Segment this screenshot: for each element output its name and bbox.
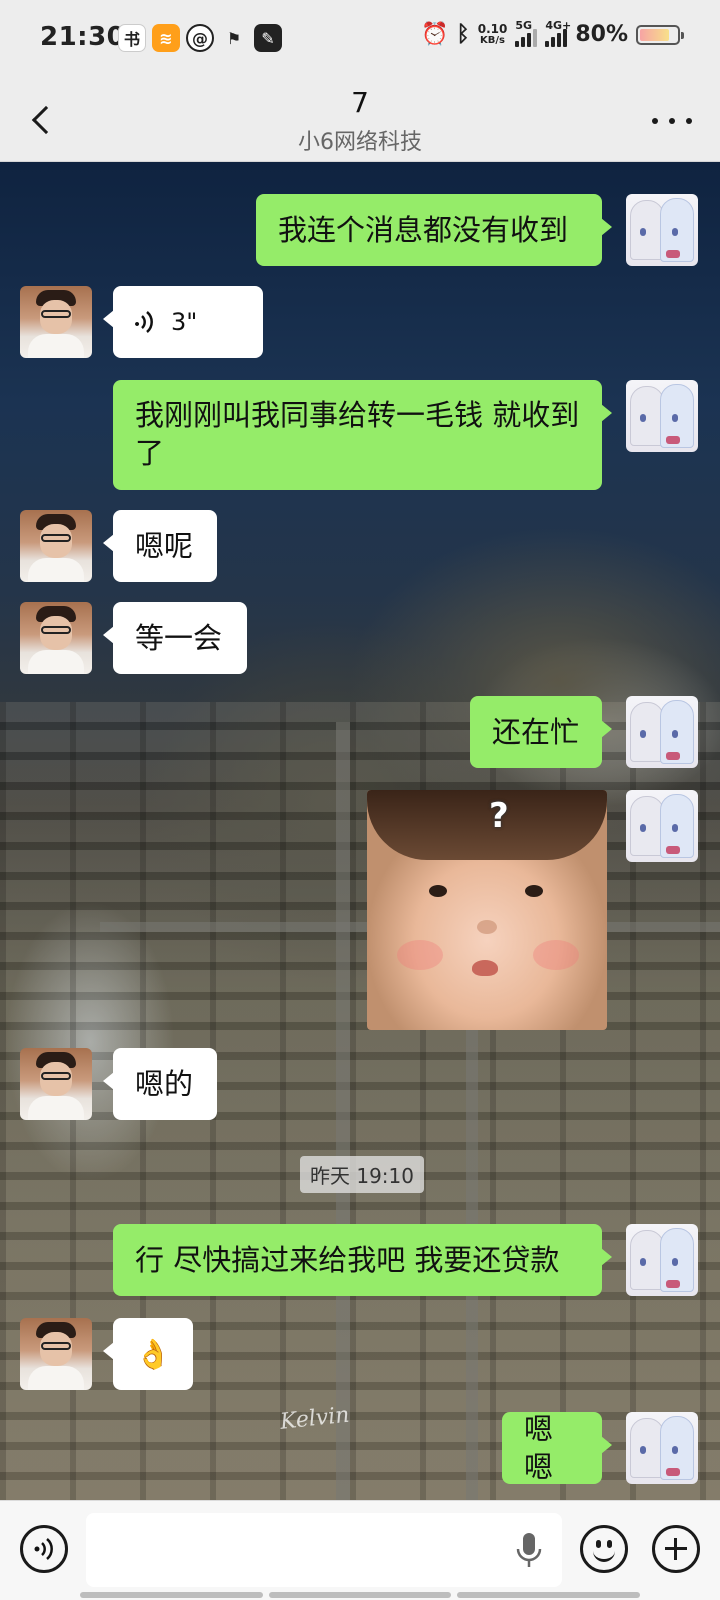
battery-fill	[640, 28, 669, 41]
chat-subtitle: 小6网络科技	[298, 130, 422, 155]
alarm-icon: ⏰	[421, 22, 449, 47]
sim1-signal-icon: 5G	[515, 19, 538, 47]
emoji-button[interactable]	[580, 1525, 628, 1573]
message-text: 嗯嗯	[524, 1412, 554, 1484]
message-text: 我刚刚叫我同事给转一毛钱 就收到了	[135, 398, 580, 470]
sim1-label: 5G	[515, 18, 533, 32]
status-bar: 21:30 书 ≋ @ ⚑ ✎ ⏰ ᛒ 0.10 KB/s 5G 4G+ 80%	[0, 0, 720, 80]
battery-percent: 80%	[575, 22, 628, 47]
orange-app-icon: ≋	[152, 24, 180, 52]
message-input[interactable]	[86, 1513, 562, 1587]
novel-app-icon: 书	[118, 24, 146, 52]
sticker-question-mark: ?	[489, 796, 509, 836]
battery-icon	[636, 24, 684, 45]
message-bubble-incoming[interactable]: 嗯呢	[103, 510, 217, 582]
input-bar	[0, 1500, 720, 1600]
net-speed-unit: KB/s	[480, 34, 506, 46]
ok-hand-emoji: 👌	[135, 1337, 172, 1371]
chat-title: 7	[351, 86, 369, 119]
contact-avatar[interactable]	[20, 510, 92, 582]
background-city	[0, 702, 720, 1500]
message-text: 等一会	[135, 621, 223, 655]
bluetooth-icon: ᛒ	[456, 22, 470, 47]
message-bubble-incoming[interactable]: 等一会	[103, 602, 247, 674]
more-icon	[652, 118, 658, 124]
my-avatar[interactable]	[626, 380, 698, 452]
chat-background[interactable]: Kelvin	[0, 162, 720, 1500]
sticker-image[interactable]: ?	[367, 790, 607, 1030]
message-text: 行 尽快搞过来给我吧 我要还贷款	[135, 1243, 560, 1277]
more-functions-button[interactable]	[652, 1525, 700, 1573]
voice-wave-icon	[135, 310, 155, 334]
message-bubble-outgoing[interactable]: 我连个消息都没有收到	[256, 194, 612, 266]
voice-mode-button[interactable]	[20, 1525, 68, 1573]
contact-avatar[interactable]	[20, 1048, 92, 1120]
weibo-icon: @	[186, 24, 214, 52]
system-status: ⏰ ᛒ 0.10 KB/s 5G 4G+ 80%	[421, 19, 684, 47]
voice-message-bubble[interactable]: 3"	[103, 286, 263, 358]
my-avatar[interactable]	[626, 790, 698, 862]
emoji-icon	[593, 1550, 615, 1562]
message-text: 还在忙	[492, 715, 580, 749]
message-bubble-outgoing[interactable]: 我刚刚叫我同事给转一毛钱 就收到了	[113, 380, 612, 490]
mic-button[interactable]	[514, 1531, 544, 1571]
message-text: 嗯呢	[135, 529, 194, 563]
message-text: 我连个消息都没有收到	[278, 213, 569, 247]
more-button[interactable]	[652, 106, 692, 136]
message-text: 嗯的	[135, 1067, 194, 1101]
my-avatar[interactable]	[626, 194, 698, 266]
my-avatar[interactable]	[626, 696, 698, 768]
voice-duration: 3"	[171, 308, 198, 336]
message-bubble-outgoing[interactable]: 还在忙	[470, 696, 612, 768]
net-speed-value: 0.10	[477, 21, 508, 36]
edit-app-icon: ✎	[254, 24, 282, 52]
network-speed: 0.10 KB/s	[478, 23, 508, 47]
mic-icon	[516, 1533, 542, 1567]
chat-header: 7 小6网络科技	[0, 80, 720, 162]
my-avatar[interactable]	[626, 1224, 698, 1296]
message-timestamp: 昨天 19:10	[300, 1156, 424, 1193]
message-bubble-incoming[interactable]: 嗯的	[103, 1048, 217, 1120]
navigation-indicator	[80, 1592, 641, 1598]
message-bubble-outgoing[interactable]: 行 尽快搞过来给我吧 我要还贷款	[113, 1224, 612, 1296]
message-bubble-outgoing[interactable]: 嗯嗯	[502, 1412, 612, 1484]
my-avatar[interactable]	[626, 1412, 698, 1484]
sim2-label: 4G+	[545, 18, 572, 32]
sim2-signal-icon: 4G+	[545, 19, 571, 47]
notification-icons: 书 ≋ @ ⚑ ✎	[118, 24, 282, 52]
contact-avatar[interactable]	[20, 286, 92, 358]
message-bubble-incoming[interactable]: 👌	[103, 1318, 193, 1390]
contact-avatar[interactable]	[20, 602, 92, 674]
voice-mode-icon	[34, 1538, 53, 1560]
status-time: 21:30	[40, 22, 126, 52]
contact-avatar[interactable]	[20, 1318, 92, 1390]
sports-icon: ⚑	[226, 28, 242, 48]
